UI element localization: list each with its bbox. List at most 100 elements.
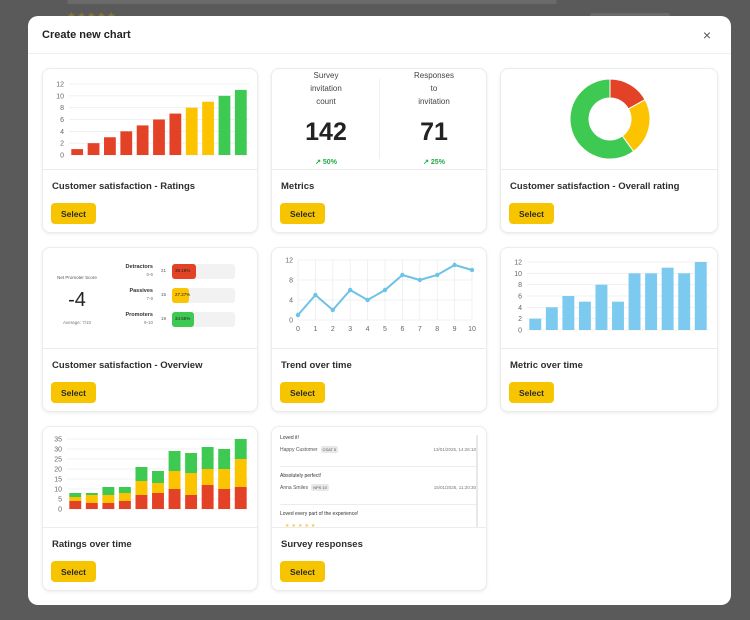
data-point: [435, 272, 440, 278]
chart-preview: 0 5 10 15 20 25 30 35: [43, 427, 257, 528]
nps-progress-track: 34.55%: [172, 312, 235, 327]
chart-card-ratings[interactable]: 0 2 4 6 8 10 12 Customer satisfaction - Rating…: [42, 68, 258, 233]
bar: [661, 267, 674, 330]
y-tick-label: 12: [56, 82, 64, 89]
card-title: Customer satisfaction - Overview: [52, 360, 203, 371]
data-point: [330, 307, 335, 313]
select-button[interactable]: Select: [280, 561, 325, 582]
y-tick-label: 10: [514, 271, 522, 278]
x-tick-label: 10: [468, 326, 476, 333]
response-meta: ★★★★★: [280, 522, 476, 527]
nps-category-count: 21: [161, 268, 167, 273]
response-list: Loved it! Happy Customer CSAT 5 13/01/2025,…: [280, 435, 476, 527]
y-tick-label: 35: [54, 437, 62, 444]
chart-card-overview[interactable]: Net Promoter Score -4 Average: 7/10 Detr…: [42, 247, 258, 412]
stacked-bar-segment: [234, 459, 247, 487]
response-item: Loved it! Happy Customer CSAT 5 13/01/2025,…: [280, 435, 476, 467]
y-tick-label: 8: [518, 282, 522, 289]
y-tick-label: 8: [60, 105, 64, 112]
metric-value: 71: [420, 118, 448, 146]
chart-card-survey-responses[interactable]: Loved it! Happy Customer CSAT 5 13/01/2025,…: [271, 426, 487, 591]
y-tick-label: 2: [60, 141, 64, 148]
data-point: [348, 287, 353, 293]
metric-bar-chart: 0 2 4 6 8 10 12: [514, 260, 709, 335]
response-text: Absolutely perfect!: [280, 473, 322, 479]
nps-category-name: Detractors: [125, 264, 153, 270]
stacked-bar-segment: [69, 497, 82, 501]
y-tick-label: 30: [54, 447, 62, 454]
bar: [595, 284, 608, 330]
response-score-badge: NPS 10: [311, 484, 329, 491]
x-tick-label: 1: [313, 326, 317, 333]
y-tick-label: 2: [518, 316, 522, 323]
chart-card-metrics[interactable]: Survey invitation count 142 ↗ 50% Respon…: [271, 68, 487, 233]
scrollbar[interactable]: [476, 435, 478, 527]
metric-value: 142: [305, 118, 347, 146]
y-tick-label: 10: [56, 93, 64, 100]
stacked-bar-segment: [102, 495, 115, 503]
metric-label: Responses to invitation: [380, 69, 486, 108]
stacked-bar-segment: [135, 467, 148, 481]
metric-label-line: count: [316, 97, 336, 106]
stacked-bar-segment: [201, 469, 214, 485]
bar: [645, 273, 658, 330]
y-tick-label: 0: [58, 507, 62, 514]
chart-preview: 0 2 4 6 8 10 12: [501, 248, 717, 349]
nps-row: Promoters 9-10 19 34.55%: [113, 312, 257, 334]
response-item: Loved every part of the experience! ★★★★★: [280, 511, 476, 527]
select-button[interactable]: Select: [51, 561, 96, 582]
trend-line-chart: 048120 1 2 3 4 5 6 7 8 9 10: [285, 258, 476, 334]
chart-type-grid: 0 2 4 6 8 10 12 Customer satisfaction - Rating…: [42, 68, 718, 591]
data-point: [313, 292, 318, 298]
ratings-bar-chart: 0 2 4 6 8 10 12: [56, 82, 249, 160]
stacked-bar-segment: [118, 501, 131, 509]
chart-card-overall-rating[interactable]: Customer satisfaction - Overall rating S…: [500, 68, 718, 233]
nps-category-name: Passives: [129, 288, 153, 294]
chart-card-ratings-over-time[interactable]: 0 5 10 15 20 25 30 35 Ratings over time Select: [42, 426, 258, 591]
nps-category-name: Promoters: [125, 312, 153, 318]
close-icon[interactable]: ×: [699, 27, 715, 43]
stacked-bar-segment: [201, 485, 214, 509]
nps-percent-label: 34.55%: [175, 316, 191, 321]
select-button[interactable]: Select: [509, 382, 554, 403]
select-button[interactable]: Select: [51, 203, 96, 224]
background-text: [67, 0, 557, 4]
bar: [136, 125, 149, 155]
response-item: Absolutely perfect! Anna Smiles NPS 10 15/0…: [280, 473, 476, 505]
select-button[interactable]: Select: [280, 203, 325, 224]
chart-preview: 0 2 4 6 8 10 12: [43, 69, 257, 170]
nps-category-count: 19: [161, 316, 167, 321]
nps-percent-label: 27.27%: [175, 292, 191, 297]
metric-label-line: Survey: [313, 71, 339, 80]
nps-preview: Net Promoter Score -4 Average: 7/10 Detr…: [43, 248, 257, 349]
bar: [218, 95, 231, 155]
response-author: ★★★★★: [280, 522, 319, 527]
y-tick-label: 4: [60, 129, 64, 136]
select-button[interactable]: Select: [51, 382, 96, 403]
x-tick-label: 5: [383, 326, 387, 333]
chart-card-metric-over-time[interactable]: 0 2 4 6 8 10 12 Metric over time Select: [500, 247, 718, 412]
nps-category-range: 7-8: [146, 296, 153, 301]
y-tick-label: 6: [518, 294, 522, 301]
bar: [694, 262, 707, 330]
nps-summary: Net Promoter Score -4 Average: 7/10: [43, 248, 111, 325]
nps-progress-track: 27.27%: [172, 288, 235, 303]
stacked-bar-segment: [152, 483, 164, 493]
chart-preview: 0 4 8 12 0 1 2 3 4 5 6 7 8 9 10: [272, 248, 486, 349]
card-title: Customer satisfaction - Overall rating: [510, 181, 680, 192]
stacked-bar-segment: [218, 489, 231, 509]
y-tick-label: 8: [289, 278, 293, 285]
select-button[interactable]: Select: [509, 203, 554, 224]
y-tick-label: 0: [289, 318, 293, 325]
chart-card-trend[interactable]: 0 4 8 12 0 1 2 3 4 5 6 7 8 9 10 Trend over time Select: [271, 247, 487, 412]
stacked-bar-segment: [218, 469, 231, 489]
response-author: Happy Customer CSAT 5: [280, 446, 339, 453]
select-button[interactable]: Select: [280, 382, 325, 403]
stacked-bar-segment: [102, 503, 115, 509]
nps-percent-label: 38.18%: [175, 268, 191, 273]
stacked-bar-segment: [168, 451, 181, 471]
stacked-bar-segment: [69, 501, 82, 509]
stacked-bar-segment: [201, 447, 214, 469]
metric-label-line: Responses: [413, 71, 455, 80]
response-text: Loved every part of the experience!: [280, 511, 359, 517]
